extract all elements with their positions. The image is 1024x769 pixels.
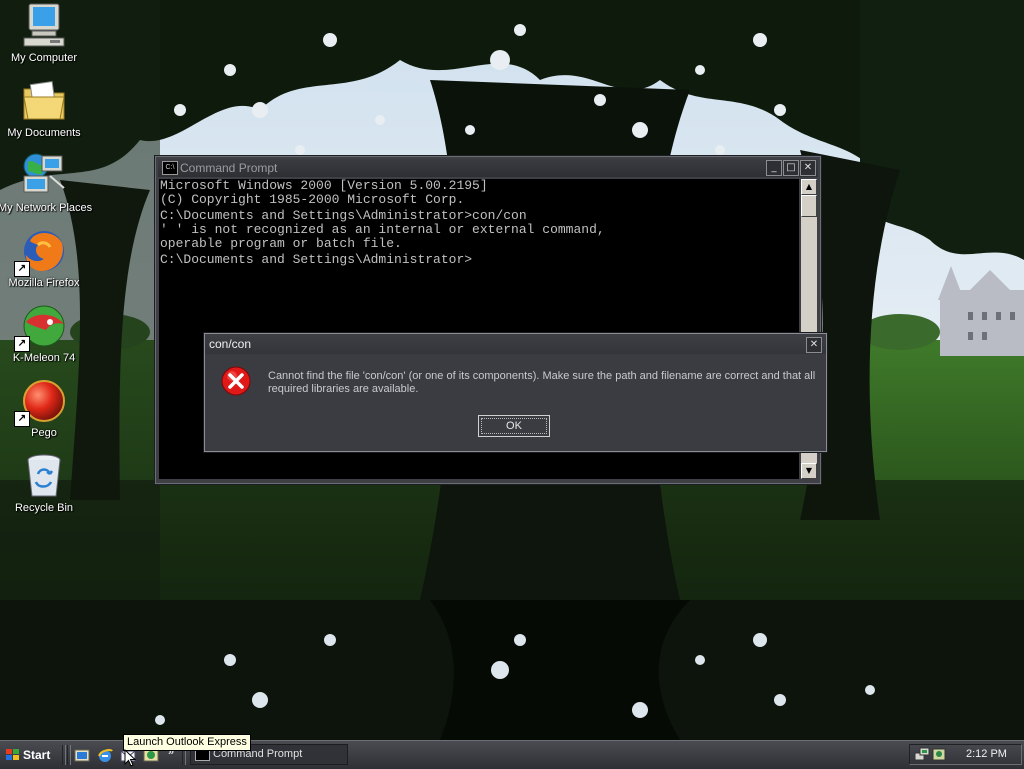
- network-places-icon: [20, 152, 68, 200]
- desktop-icon-label: K-Meleon 74: [12, 352, 76, 364]
- desktop-icon-k-meleon[interactable]: ↗ K-Meleon 74: [0, 302, 90, 365]
- mouse-cursor-icon: [124, 749, 136, 767]
- desktop-icon-label: Pego: [31, 427, 57, 439]
- desktop-icon-label: Recycle Bin: [14, 502, 74, 514]
- folder-icon: [20, 77, 68, 125]
- console-line: (C) Copyright 1985-2000 Microsoft Corp.: [160, 192, 465, 207]
- window-title: Command Prompt: [180, 161, 278, 175]
- network-connection-icon[interactable]: [914, 747, 930, 762]
- scrollbar-thumb[interactable]: [801, 195, 817, 217]
- desktop-icon-recycle-bin[interactable]: Recycle Bin: [0, 452, 90, 515]
- console-line: C:\Documents and Settings\Administrator>…: [160, 208, 527, 223]
- console-line: Microsoft Windows 2000 [Version 5.00.219…: [160, 179, 488, 193]
- recycle-bin-icon: [20, 452, 68, 500]
- start-button[interactable]: Start: [2, 744, 58, 766]
- close-button[interactable]: ✕: [800, 160, 816, 176]
- shortcut-arrow-icon: ↗: [14, 336, 30, 352]
- system-tray: 2:12 PM: [909, 744, 1022, 765]
- error-message: Cannot find the file 'con/con' (or one o…: [268, 370, 816, 395]
- desktop-icon-label: My Network Places: [0, 202, 93, 214]
- shortcut-arrow-icon: ↗: [14, 411, 30, 427]
- clock[interactable]: 2:12 PM: [966, 745, 1007, 764]
- minimize-button[interactable]: _: [766, 160, 782, 176]
- taskbar-separator: [62, 745, 66, 765]
- dialog-title: con/con: [209, 337, 252, 351]
- close-button[interactable]: ✕: [806, 337, 822, 353]
- maximize-button[interactable]: □: [783, 160, 799, 176]
- show-desktop-icon[interactable]: [74, 747, 90, 763]
- console-line: ' ' is not recognized as an internal or …: [160, 222, 605, 237]
- my-computer-icon: [20, 2, 68, 50]
- desktop-icon-label: Mozilla Firefox: [8, 277, 80, 289]
- desktop-icon-my-computer[interactable]: My Computer: [0, 2, 90, 65]
- desktop-icon-label: My Documents: [7, 127, 81, 139]
- scroll-up-button[interactable]: ▲: [801, 179, 817, 195]
- error-dialog-titlebar[interactable]: con/con ✕: [205, 334, 826, 354]
- console-line: C:\Documents and Settings\Administrator>: [160, 252, 473, 267]
- error-icon: [221, 366, 251, 396]
- scroll-down-button[interactable]: ▼: [801, 463, 817, 479]
- desktop-icon-my-documents[interactable]: My Documents: [0, 77, 90, 140]
- console-icon: C:\: [162, 161, 178, 175]
- desktop-icon-mozilla-firefox[interactable]: ↗ Mozilla Firefox: [0, 227, 90, 290]
- console-line: operable program or batch file.: [160, 236, 402, 251]
- pego-icon: ↗: [14, 377, 68, 427]
- taskbar-separator: [67, 745, 71, 765]
- internet-explorer-icon[interactable]: [97, 747, 113, 763]
- k-meleon-icon: ↗: [14, 302, 68, 352]
- windows-logo-icon: [6, 749, 19, 760]
- firefox-icon: ↗: [14, 227, 68, 277]
- command-prompt-titlebar[interactable]: C:\ Command Prompt _ □ ✕: [158, 159, 818, 177]
- start-label: Start: [23, 748, 51, 762]
- desktop-icon-my-network-places[interactable]: My Network Places: [0, 152, 93, 215]
- tooltip: Launch Outlook Express: [123, 734, 251, 751]
- desktop-icon-label: My Computer: [10, 52, 78, 64]
- volume-icon[interactable]: [932, 747, 948, 762]
- desktop-icon-pego[interactable]: ↗ Pego: [0, 377, 90, 440]
- ok-button[interactable]: OK: [478, 415, 550, 437]
- error-dialog[interactable]: con/con ✕ Cannot find the file 'con/con'…: [204, 333, 827, 452]
- shortcut-arrow-icon: ↗: [14, 261, 30, 277]
